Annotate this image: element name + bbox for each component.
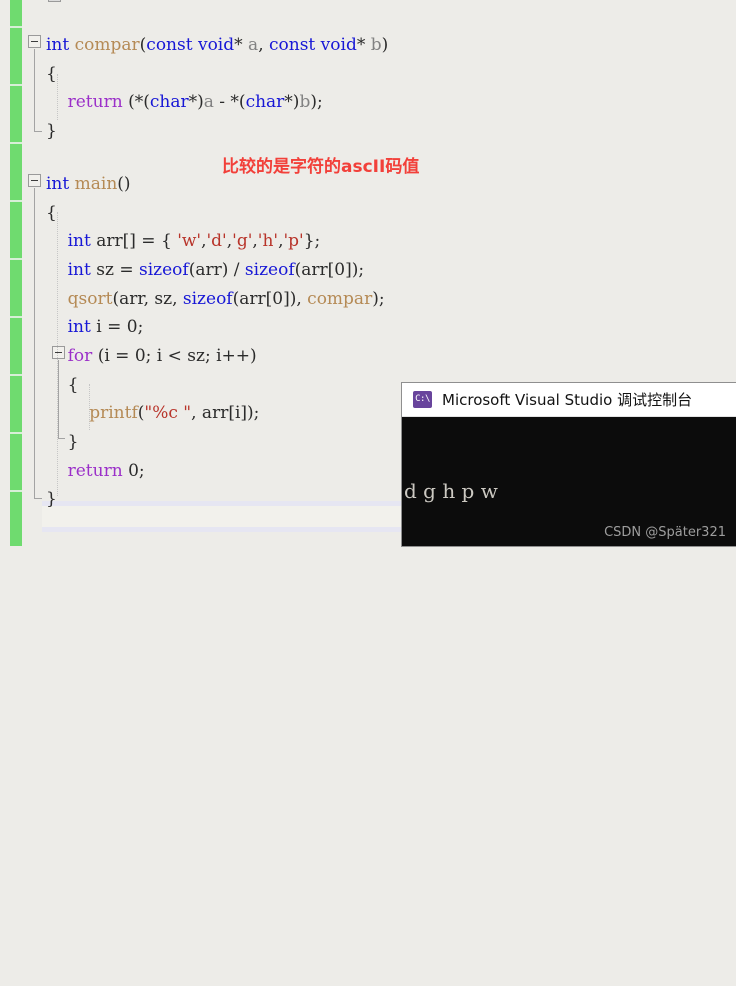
code-line: int compar(const void* a, const void* b) [46,35,389,55]
console-title-text: Microsoft Visual Studio 调试控制台 [442,391,693,409]
code-line: } [46,489,57,509]
code-line: return 0; [67,461,145,481]
code-line: qsort(arr, sz, sizeof(arr[0]), compar); [67,289,385,309]
code-line: int sz = sizeof(arr) / sizeof(arr[0]); [67,260,365,280]
console-icon-label: C:\ [415,394,430,404]
code-line: { [67,375,79,395]
code-line: int arr[] = { 'w','d','g','h','p'}; [67,231,321,251]
csdn-watermark: CSDN @Später321 [604,525,726,540]
code-line: } [67,432,79,452]
code-line: { [46,64,57,84]
code-line: for (i = 0; i < sz; i++) [67,346,257,366]
code-line: return (*(char*)a - *(char*)b); [67,92,323,112]
code-line: int i = 0; [67,317,144,337]
console-title-bar[interactable]: C:\ Microsoft Visual Studio 调试控制台 [402,383,736,417]
annotation-text: 比较的是字符的ascII码值 [222,157,420,177]
code-line: } [46,121,57,141]
code-line: { [46,203,57,223]
console-app-icon: C:\ [413,391,432,408]
code-line: int main() [46,174,131,194]
console-output-line: d g h p w [404,479,498,503]
code-line: printf("%c ", arr[i]); [89,403,260,423]
screenshot-root: int compar(const void* a, const void* b)… [0,0,736,546]
console-window[interactable]: C:\ Microsoft Visual Studio 调试控制台 d g h … [402,383,736,546]
